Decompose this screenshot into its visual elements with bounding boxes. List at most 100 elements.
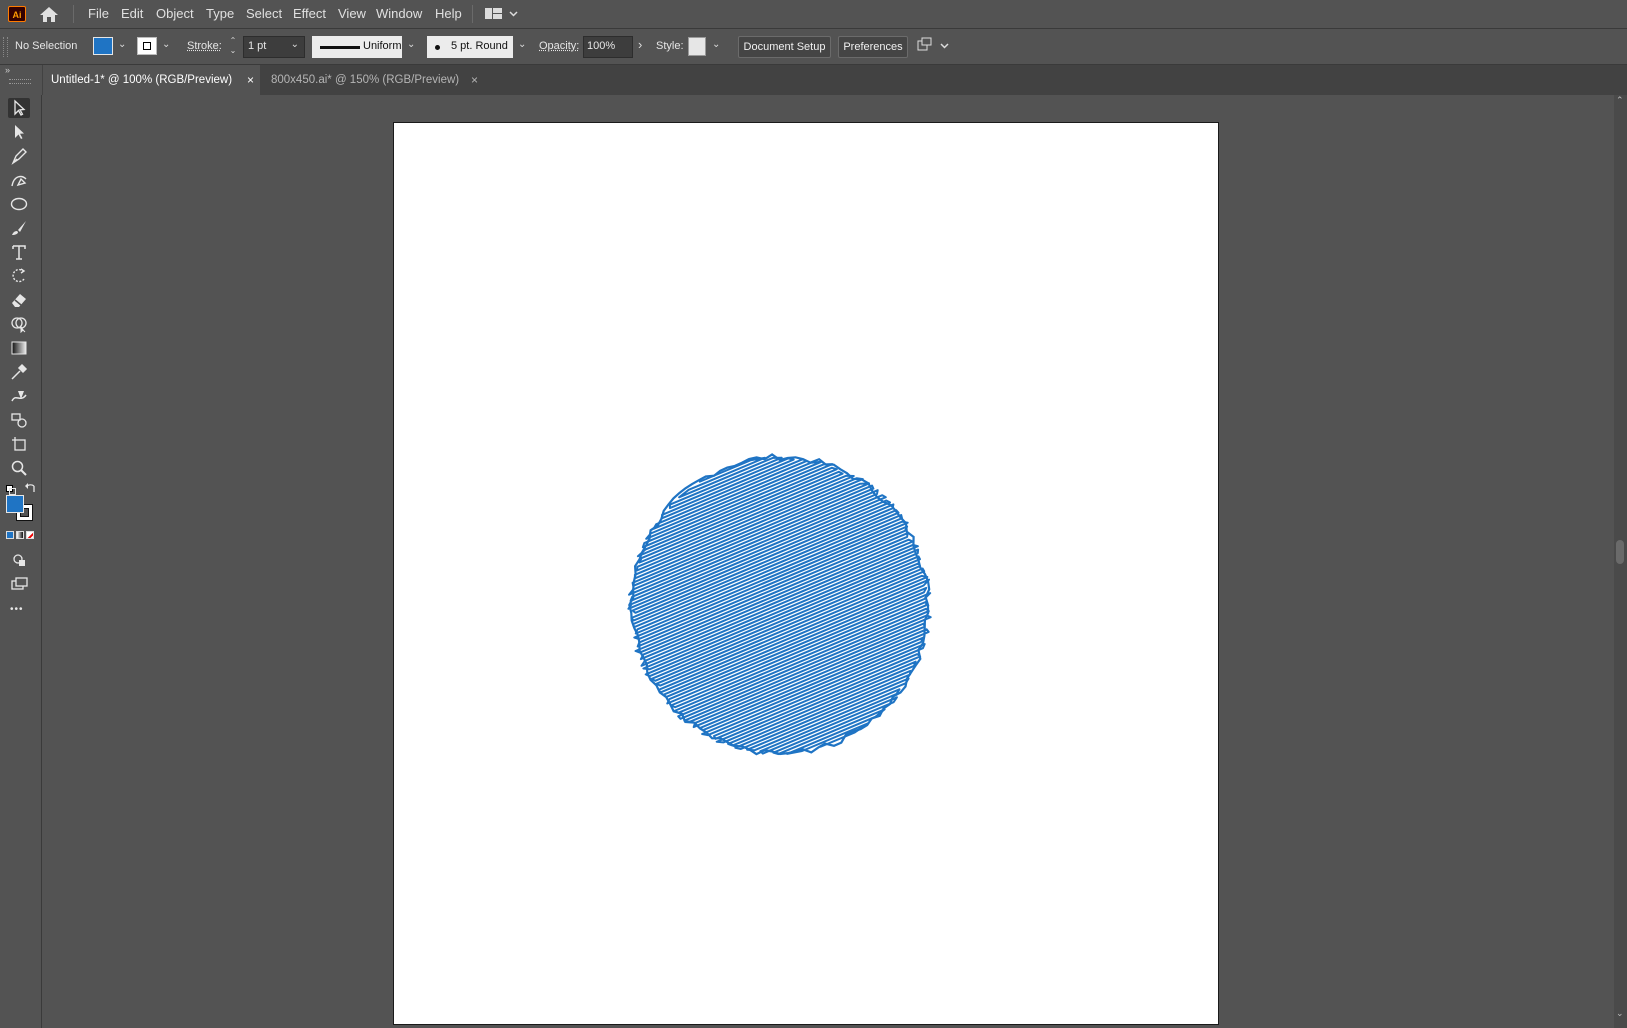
swap-fill-stroke-icon[interactable] <box>25 482 37 494</box>
gradient-tool[interactable] <box>8 338 30 358</box>
layout-grid-icon <box>485 8 518 19</box>
menu-edit[interactable]: Edit <box>121 0 143 28</box>
eraser-icon <box>12 294 26 307</box>
ellipse-tool[interactable] <box>8 194 30 214</box>
menu-window[interactable]: Window <box>376 0 422 28</box>
opacity-label[interactable]: Opacity: <box>539 29 579 64</box>
menu-view[interactable]: View <box>338 0 366 28</box>
tab-label: Untitled-1* @ 100% (RGB/Preview) <box>51 74 233 86</box>
stroke-label[interactable]: Stroke: <box>187 29 222 64</box>
artboard-tool[interactable] <box>8 434 30 454</box>
fill-color-box <box>93 37 113 55</box>
artboard[interactable] <box>393 122 1219 1025</box>
width-tool-icon <box>11 391 27 402</box>
scroll-up-icon[interactable]: ⌃ <box>1616 95 1624 106</box>
brush-definition-dropdown[interactable]: 5 pt. Round <box>427 36 513 58</box>
tools-panel: ••• <box>0 95 42 1028</box>
chevron-down-icon[interactable]: ⌄ <box>118 39 126 50</box>
preferences-button[interactable]: Preferences <box>838 36 908 58</box>
width-profile-dropdown[interactable]: Uniform <box>312 36 402 58</box>
panel-grip[interactable] <box>3 37 8 57</box>
eyedropper-tool[interactable] <box>8 362 30 382</box>
zoom-tool[interactable] <box>8 458 30 478</box>
scrollbar-thumb[interactable] <box>1616 540 1624 564</box>
brush-dot-icon <box>435 45 440 50</box>
gradient-mode-icon[interactable] <box>16 531 24 539</box>
document-setup-button[interactable]: Document Setup <box>738 36 831 58</box>
zoom-magnifier-icon <box>11 460 27 476</box>
menu-file[interactable]: File <box>88 0 109 28</box>
menu-type[interactable]: Type <box>206 0 234 28</box>
live-paint-tool[interactable] <box>8 410 30 430</box>
fill-color-box[interactable] <box>6 495 24 513</box>
opacity-value: 100% <box>587 40 616 52</box>
shape-builder-tool[interactable] <box>8 314 30 334</box>
type-icon <box>12 245 26 260</box>
type-tool[interactable] <box>8 242 30 262</box>
eyedropper-icon <box>11 363 28 380</box>
color-mode-icon[interactable] <box>6 531 14 539</box>
ellipse-icon <box>10 197 28 211</box>
tab-800x450[interactable]: 800x450.ai* @ 150% (RGB/Preview) × <box>261 65 483 95</box>
home-icon[interactable] <box>39 6 59 23</box>
fill-swatch[interactable] <box>93 37 113 55</box>
menu-object[interactable]: Object <box>156 0 194 28</box>
eraser-tool[interactable] <box>8 290 30 310</box>
chevron-down-icon[interactable]: ⌄ <box>712 39 720 50</box>
curvature-pen-icon <box>11 175 27 187</box>
toolbar-grip[interactable] <box>9 79 31 84</box>
collapse-panel-icon[interactable]: » <box>5 65 10 75</box>
vertical-scrollbar[interactable]: ⌃ ⌄ <box>1614 95 1627 1028</box>
workspace-switcher[interactable] <box>485 6 521 22</box>
screen-mode-button[interactable] <box>8 574 30 594</box>
screen-mode-icon <box>11 577 28 590</box>
default-fill-stroke-icon[interactable] <box>6 484 16 495</box>
menu-help[interactable]: Help <box>435 0 462 28</box>
close-icon[interactable]: × <box>471 65 478 95</box>
menu-bar: Ai File Edit Object Type Select Effect V… <box>0 0 1627 29</box>
curvature-tool[interactable] <box>8 170 30 190</box>
close-icon[interactable]: × <box>247 65 254 95</box>
profile-label: Uniform <box>363 40 402 52</box>
shape-builder-icon <box>11 317 27 333</box>
tab-untitled-1[interactable]: Untitled-1* @ 100% (RGB/Preview) × <box>43 65 260 95</box>
menu-select[interactable]: Select <box>246 0 282 28</box>
stroke-icon <box>143 42 151 50</box>
direct-selection-tool[interactable] <box>8 122 30 142</box>
live-paint-bucket-icon <box>11 413 27 428</box>
control-bar: No Selection ⌄ ⌄ Stroke: ⌃ ⌄ 1 pt ⌄ Unifo… <box>0 29 1627 65</box>
edit-toolbar-more-icon[interactable]: ••• <box>10 604 32 616</box>
chevron-down-icon[interactable]: ⌄ <box>407 39 415 50</box>
toolbar-header: » <box>0 65 42 95</box>
gradient-icon <box>11 341 27 355</box>
scribble-circle-artwork[interactable] <box>394 123 1220 1026</box>
menu-divider <box>73 5 74 23</box>
stroke-weight-field[interactable]: 1 pt ⌄ <box>243 36 305 58</box>
chevron-down-icon: ⌄ <box>290 39 299 50</box>
paintbrush-tool[interactable] <box>8 218 30 238</box>
tab-label: 800x450.ai* @ 150% (RGB/Preview) <box>271 74 460 86</box>
paintbrush-icon <box>12 221 26 235</box>
selection-status: No Selection <box>15 40 78 52</box>
scroll-down-icon[interactable]: ⌄ <box>1616 1008 1624 1019</box>
arrange-documents-button[interactable] <box>917 37 957 55</box>
opacity-field[interactable]: 100% <box>583 36 633 58</box>
app-logo: Ai <box>8 6 26 22</box>
chevron-right-icon[interactable]: › <box>638 37 642 52</box>
draw-mode-button[interactable] <box>8 550 30 570</box>
chevron-down-icon[interactable]: ⌄ <box>162 39 170 50</box>
width-tool[interactable] <box>8 386 30 406</box>
stroke-swatch[interactable] <box>137 37 157 55</box>
arrange-icon <box>917 37 949 51</box>
stroke-weight-value: 1 pt <box>248 40 267 52</box>
graphic-style-swatch[interactable] <box>688 37 706 56</box>
stroke-stepper[interactable]: ⌃ ⌄ <box>228 36 238 58</box>
rotate-tool[interactable] <box>8 266 30 286</box>
chevron-down-icon[interactable]: ⌄ <box>518 39 526 50</box>
pen-tool[interactable] <box>8 146 30 166</box>
selection-arrow-icon <box>14 99 26 116</box>
menu-effect[interactable]: Effect <box>293 0 326 28</box>
artboard-icon <box>12 437 26 451</box>
selection-tool[interactable] <box>8 98 30 118</box>
none-mode-icon[interactable] <box>26 531 34 539</box>
